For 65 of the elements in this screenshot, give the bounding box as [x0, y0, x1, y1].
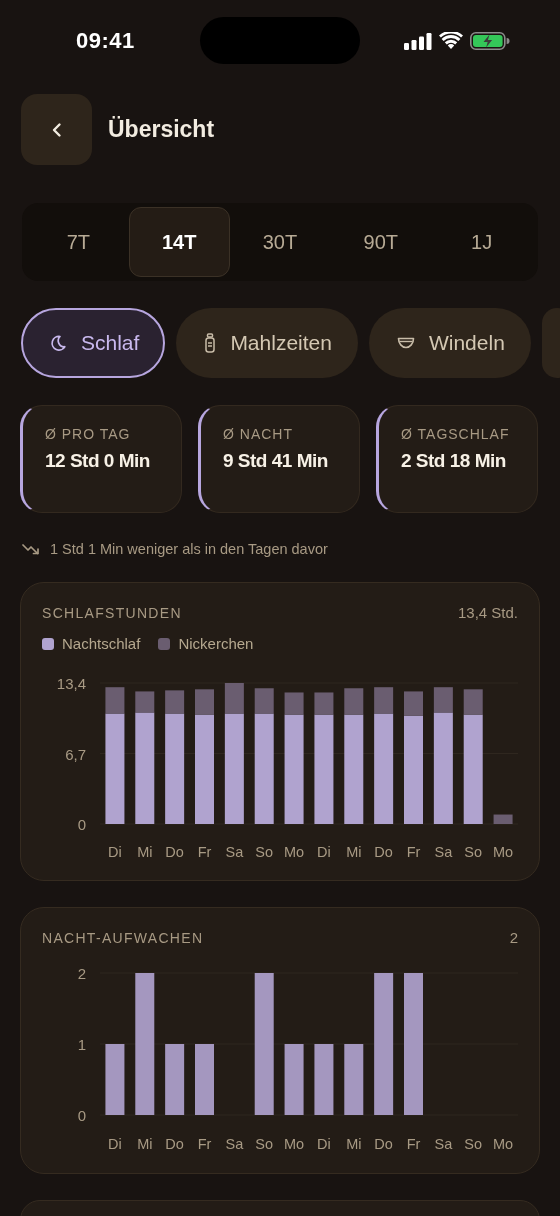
stat-label: Ø TAGSCHLAF [401, 426, 511, 442]
wifi-icon [439, 32, 463, 50]
y-tick-label: 6,7 [65, 745, 86, 763]
range-tab[interactable]: 90T [330, 207, 432, 277]
range-tab[interactable]: 1J [431, 207, 532, 277]
bottle-icon [204, 333, 217, 353]
range-tab[interactable]: 7T [28, 207, 129, 277]
chart-title: NACHT-AUFWACHEN [42, 929, 204, 946]
x-axis-label: Fr [406, 1136, 421, 1152]
y-tick-label: 1 [77, 1036, 86, 1053]
x-axis-label: Sa [434, 1136, 453, 1152]
x-axis-label: Do [374, 844, 393, 860]
x-axis-label: Di [108, 844, 122, 860]
x-axis-label: Mi [346, 844, 362, 860]
chart-summary: 2 [509, 929, 518, 946]
x-axis-label: Sa [225, 1136, 244, 1152]
x-axis-label: Mo [493, 1136, 514, 1152]
x-axis-label: Mo [493, 844, 514, 860]
stat-value: 9 Std 41 Min [223, 450, 329, 472]
x-axis-label: Mo [284, 1136, 305, 1152]
x-axis-label: Fr [406, 844, 421, 860]
x-axis-label: Sa [434, 844, 453, 860]
x-axis-label: Do [165, 1136, 184, 1152]
x-axis-label: So [255, 1136, 274, 1152]
back-button[interactable] [21, 94, 92, 165]
y-tick-label: 0 [77, 1107, 86, 1124]
stat-label: Ø PRO TAG [45, 426, 132, 442]
page-title: Übersicht [108, 116, 215, 143]
x-axis-label: So [464, 1136, 483, 1152]
range-tab[interactable]: 30T [229, 207, 331, 277]
stat-value: 12 Std 0 Min [45, 450, 151, 472]
x-axis-label: Mi [137, 844, 153, 860]
x-axis-label: Mi [346, 1136, 362, 1152]
x-axis-label: So [464, 844, 483, 860]
x-axis-label: Do [374, 1136, 393, 1152]
x-axis-label: Mi [137, 1136, 153, 1152]
x-axis-label: Mo [284, 844, 305, 860]
y-tick-label: 13,4 [56, 675, 86, 692]
legend-label: Nickerchen [178, 635, 254, 652]
x-axis-label: Di [108, 1136, 122, 1152]
x-axis-label: So [255, 844, 274, 860]
x-axis-label: Sa [225, 844, 244, 860]
chart-summary: 13,4 Std. [457, 604, 518, 621]
signal-icon [404, 32, 432, 50]
trend-down-icon [22, 543, 40, 555]
x-axis-label: Do [165, 844, 184, 860]
y-tick-label: 0 [77, 816, 86, 833]
moon-icon [49, 334, 67, 352]
category-chip[interactable]: Schlaf [21, 308, 166, 378]
trend-text: 1 Std 1 Min weniger als in den Tagen davor [50, 541, 328, 557]
legend-label: Nachtschlaf [62, 635, 141, 652]
stat-value: 2 Std 18 Min [401, 450, 507, 472]
x-axis-label: Fr [197, 1136, 212, 1152]
range-tab[interactable]: 14T [128, 207, 230, 277]
stat-label: Ø NACHT [223, 426, 294, 442]
x-axis-label: Di [317, 1136, 331, 1152]
bowl-icon [396, 336, 415, 350]
y-tick-label: 2 [77, 965, 86, 982]
status-time: 09:41 [76, 28, 135, 54]
category-chip[interactable]: Mahlzeiten [176, 308, 358, 378]
category-chip[interactable]: Windeln [368, 308, 531, 378]
battery-charging-icon [470, 32, 510, 50]
x-axis-label: Fr [197, 844, 212, 860]
chart-title: SCHLAFSTUNDEN [42, 604, 182, 621]
x-axis-label: Di [317, 844, 331, 860]
